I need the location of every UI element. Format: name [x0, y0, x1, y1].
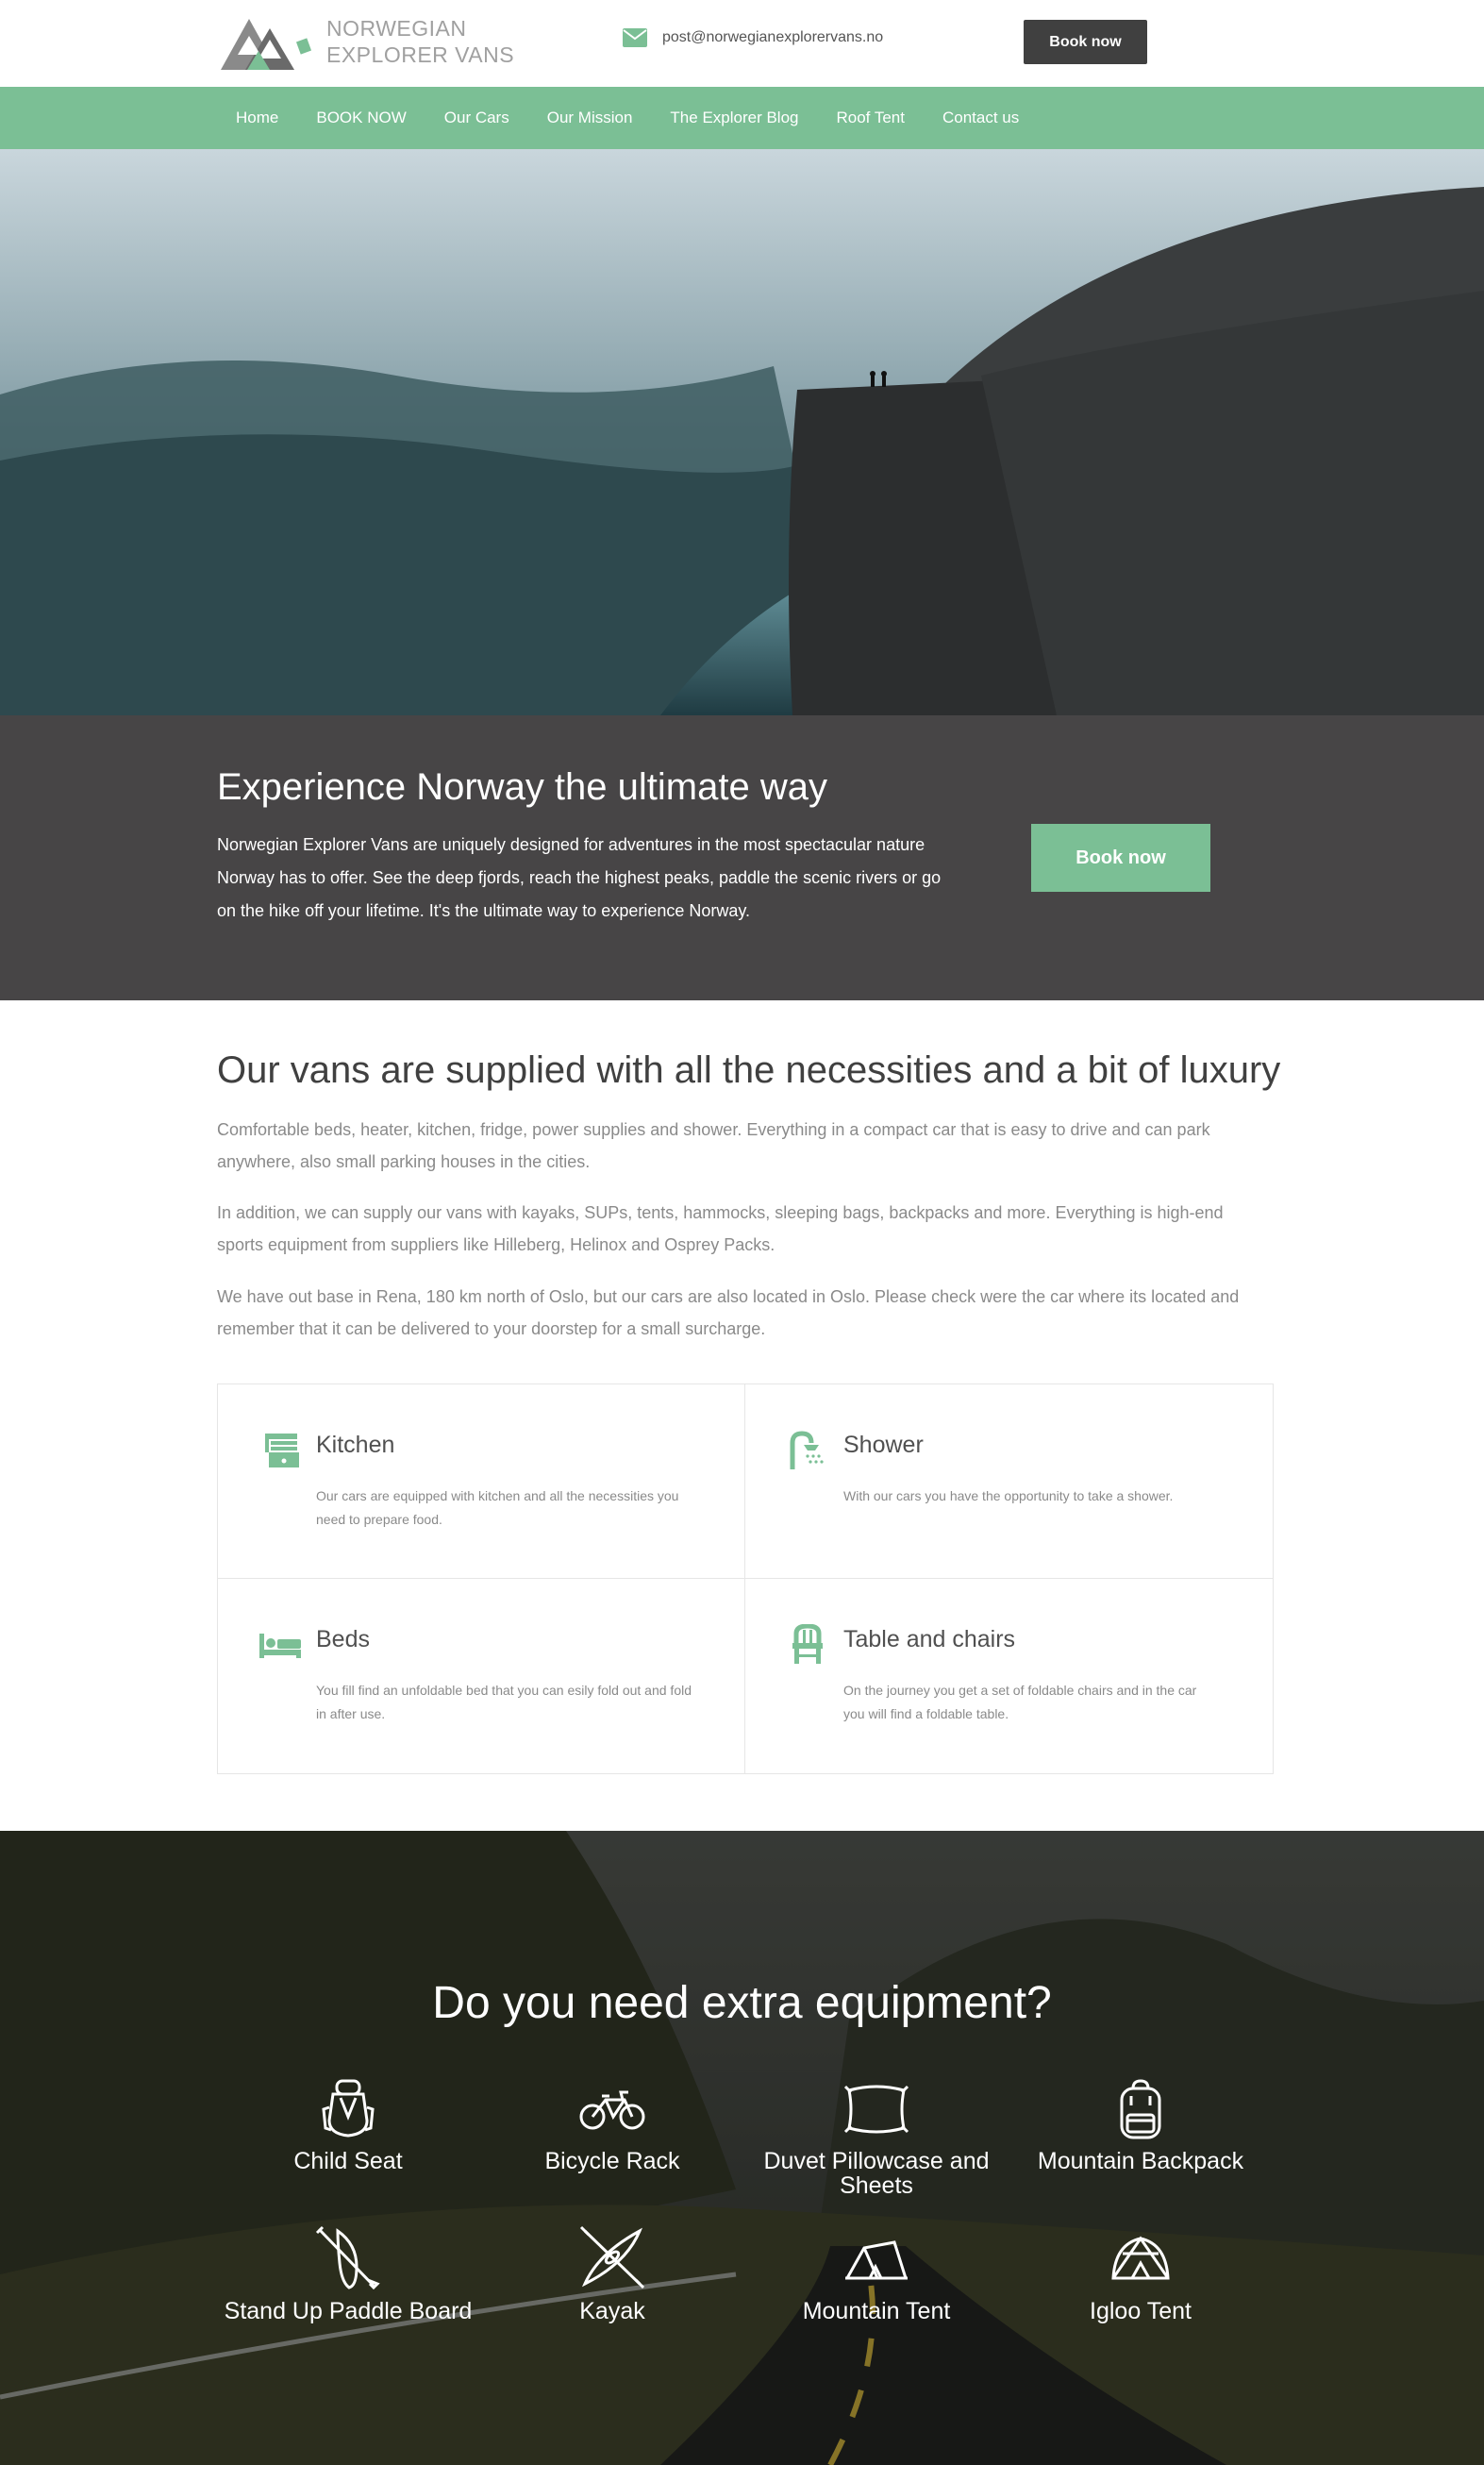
backpack-icon	[1120, 2079, 1161, 2139]
cta-text: Norwegian Explorer Vans are uniquely des…	[217, 835, 942, 920]
nav-item-home[interactable]: Home	[217, 109, 297, 127]
equipment-label: Child Seat	[293, 2148, 403, 2174]
main-nav: Home BOOK NOW Our Cars Our Mission The E…	[0, 87, 1484, 149]
feature-shower: Shower With our cars you have the opport…	[745, 1384, 1273, 1579]
nav-item-book-now[interactable]: BOOK NOW	[297, 109, 425, 127]
equipment-label: Bicycle Rack	[544, 2148, 680, 2174]
equipment-item-bicycle-rack[interactable]: Bicycle Rack	[480, 2079, 744, 2173]
envelope-icon	[623, 28, 647, 47]
equipment-item-child-seat[interactable]: Child Seat	[216, 2079, 480, 2173]
pillow-icon	[843, 2085, 909, 2134]
equipment-item-duvet[interactable]: Duvet Pillowcase and Sheets	[744, 2079, 1009, 2198]
bed-icon	[259, 1634, 301, 1658]
feature-desc: With our cars you have the opportunity t…	[843, 1488, 1174, 1503]
mountain-logo-icon	[221, 19, 312, 70]
chair-icon	[792, 1624, 823, 1664]
supplies-title: Our vans are supplied with all the neces…	[217, 1049, 1281, 1091]
shower-icon	[790, 1431, 824, 1469]
nav-item-our-mission[interactable]: Our Mission	[528, 109, 652, 127]
equipment-title: Do you need extra equipment?	[432, 1978, 1052, 2028]
paddle-board-icon	[315, 2225, 380, 2289]
hero-image	[0, 149, 1484, 715]
equipment-label: Stand Up Paddle Board	[224, 2298, 473, 2324]
equipment-item-kayak[interactable]: Kayak	[480, 2225, 744, 2323]
logo-text: NORWEGIAN EXPLORER VANS	[326, 15, 514, 68]
equipment-item-sup[interactable]: Stand Up Paddle Board	[216, 2225, 480, 2323]
igloo-tent-icon	[1111, 2236, 1170, 2280]
equipment-label: Kayak	[579, 2298, 645, 2324]
feature-title: Table and chairs	[843, 1626, 1016, 1652]
features-grid: Kitchen Our cars are equipped with kitch…	[217, 1383, 1274, 1774]
equipment-label: Mountain Tent	[802, 2298, 951, 2324]
feature-beds: Beds You fill find an unfoldable bed tha…	[218, 1579, 745, 1773]
tent-icon	[845, 2240, 908, 2280]
email-link[interactable]: post@norwegianexplorervans.no	[662, 29, 883, 46]
cta-book-button[interactable]: Book now	[1031, 824, 1210, 892]
top-header: NORWEGIAN EXPLORER VANS post@norwegianex…	[0, 0, 1484, 87]
feature-kitchen: Kitchen Our cars are equipped with kitch…	[218, 1384, 745, 1579]
supplies-paragraph-2: In addition, we can supply our vans with…	[217, 1203, 1224, 1254]
nav-item-blog[interactable]: The Explorer Blog	[651, 109, 817, 127]
site-logo[interactable]: NORWEGIAN EXPLORER VANS	[219, 11, 514, 72]
nav-item-contact[interactable]: Contact us	[924, 109, 1038, 127]
equipment-item-igloo-tent[interactable]: Igloo Tent	[1009, 2225, 1273, 2323]
feature-title: Beds	[316, 1626, 370, 1652]
child-seat-icon	[322, 2079, 375, 2138]
equipment-label: Duvet Pillowcase and Sheets	[763, 2148, 990, 2199]
supplies-paragraph-1: Comfortable beds, heater, kitchen, fridg…	[217, 1120, 1210, 1171]
feature-title: Shower	[843, 1432, 924, 1458]
contact-email[interactable]: post@norwegianexplorervans.no	[623, 28, 883, 47]
logo-line-2: EXPLORER VANS	[326, 42, 515, 67]
equipment-label: Mountain Backpack	[1037, 2148, 1244, 2174]
feature-desc: Our cars are equipped with kitchen and a…	[316, 1488, 679, 1527]
feature-table-chairs: Table and chairs On the journey you get …	[745, 1579, 1273, 1773]
bicycle-icon	[579, 2090, 645, 2130]
feature-desc: You fill find an unfoldable bed that you…	[316, 1683, 692, 1721]
feature-desc: On the journey you get a set of foldable…	[843, 1683, 1197, 1721]
equipment-item-backpack[interactable]: Mountain Backpack	[1009, 2079, 1273, 2173]
kayak-icon	[579, 2225, 645, 2289]
equipment-item-mountain-tent[interactable]: Mountain Tent	[744, 2225, 1009, 2323]
header-book-button[interactable]: Book now	[1024, 20, 1147, 64]
nav-item-roof-tent[interactable]: Roof Tent	[818, 109, 924, 127]
equipment-label: Igloo Tent	[1090, 2298, 1192, 2324]
kitchen-icon	[265, 1434, 299, 1467]
supplies-paragraph-3: We have out base in Rena, 180 km north o…	[217, 1287, 1240, 1338]
logo-line-1: NORWEGIAN	[326, 16, 467, 41]
nav-item-our-cars[interactable]: Our Cars	[425, 109, 528, 127]
feature-title: Kitchen	[316, 1432, 395, 1458]
cta-title: Experience Norway the ultimate way	[217, 766, 827, 808]
